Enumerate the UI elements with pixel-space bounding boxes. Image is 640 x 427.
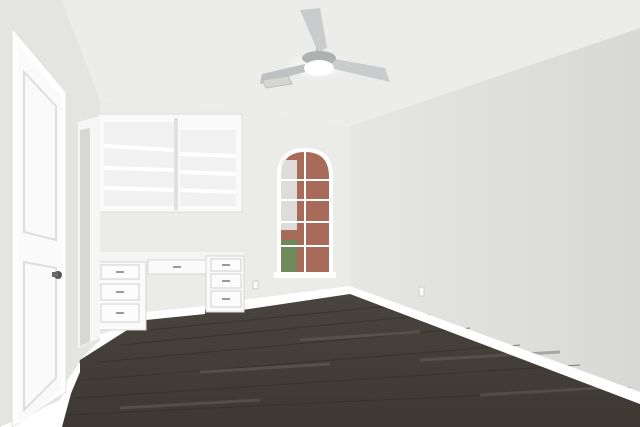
wall-outlet: [252, 280, 259, 290]
fan-light: [304, 60, 334, 76]
arched-window: [274, 148, 336, 278]
window-sky: [281, 160, 297, 230]
window-sill: [274, 272, 336, 278]
doorway: [78, 116, 100, 348]
window-greenery: [281, 240, 297, 272]
built-in-shelves: [97, 113, 243, 213]
room-door: [11, 26, 67, 427]
wall-outlet: [418, 286, 425, 297]
door-latch: [52, 272, 58, 277]
room-scene: [0, 0, 640, 427]
